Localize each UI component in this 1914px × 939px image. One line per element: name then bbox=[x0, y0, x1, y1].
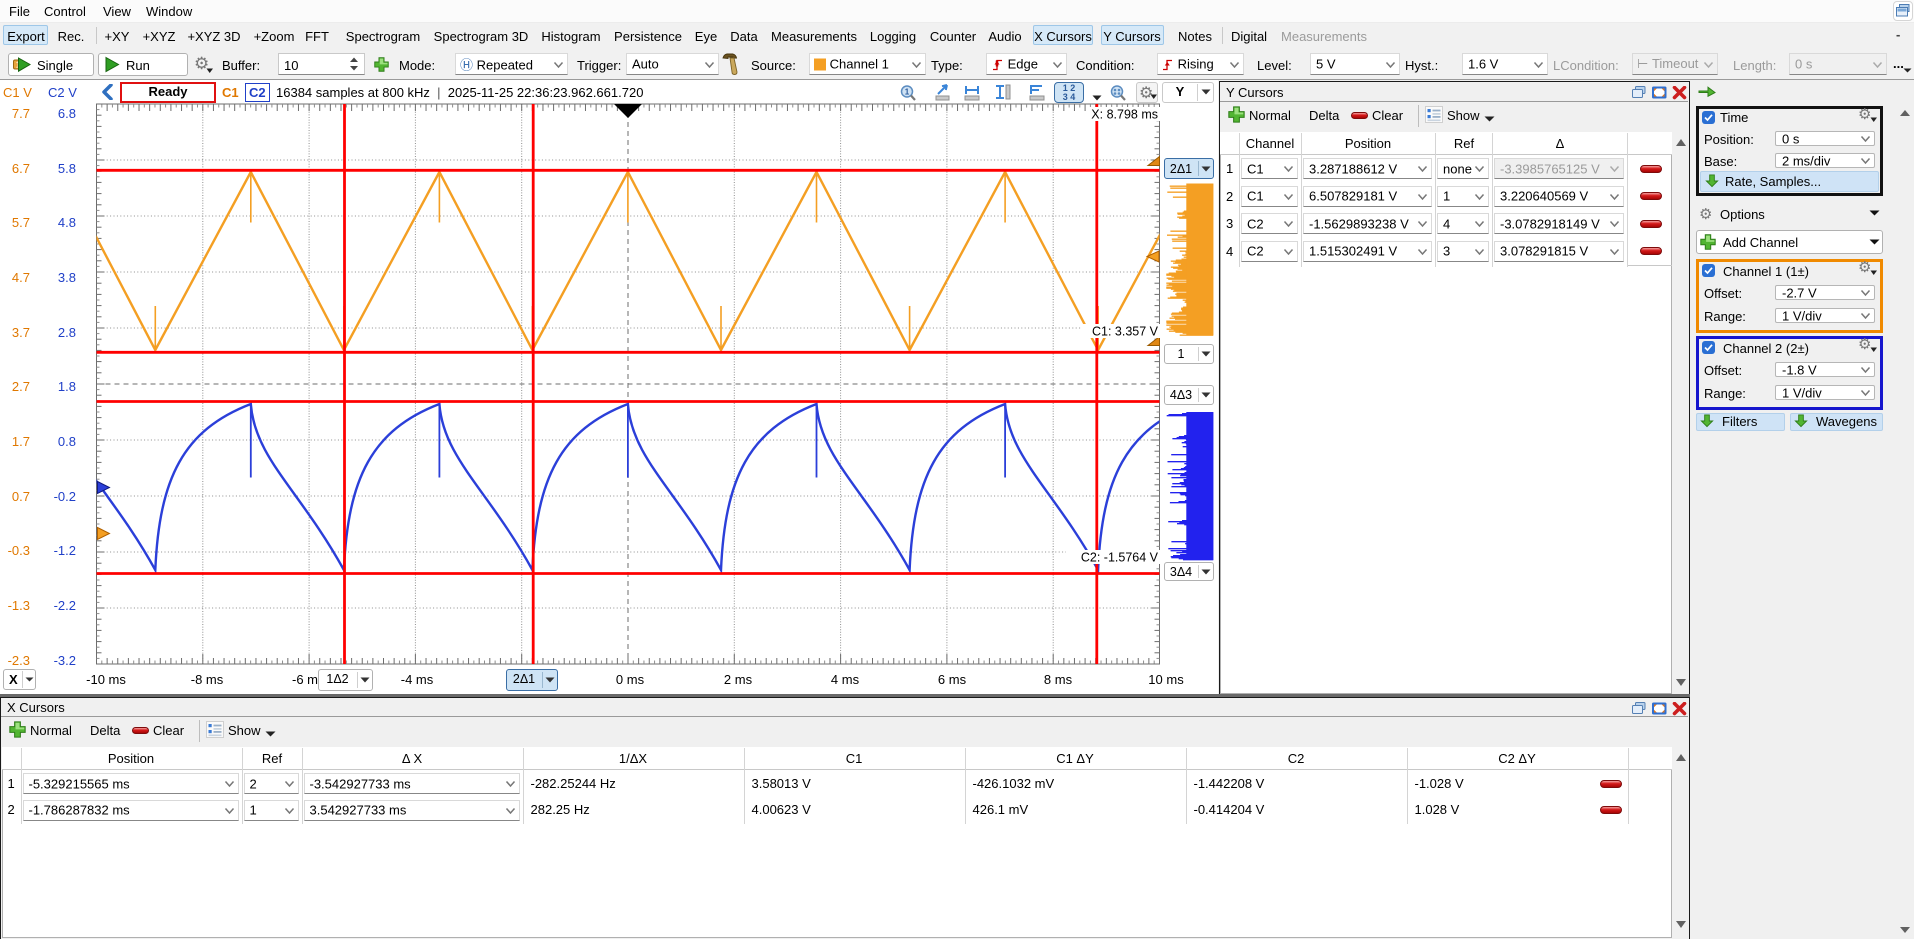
svg-text:C2: -1.5764 V: C2: -1.5764 V bbox=[1081, 551, 1159, 565]
svg-text:C1: 3.357 V: C1: 3.357 V bbox=[1092, 325, 1159, 339]
svg-text:1: 1 bbox=[905, 88, 910, 97]
svg-text:X: 8.798 ms: X: 8.798 ms bbox=[1091, 108, 1158, 122]
